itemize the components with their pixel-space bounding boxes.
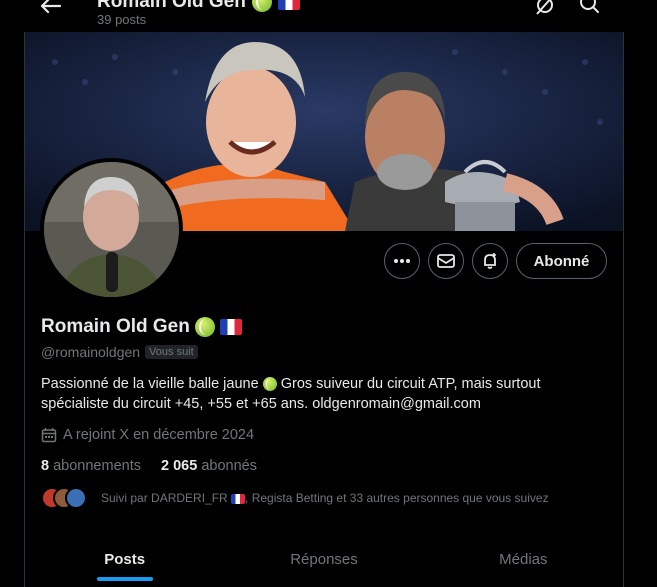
avatar[interactable] bbox=[40, 158, 183, 301]
mutual-avatars bbox=[41, 487, 91, 509]
followed-by-text: Suivi par DARDERI_FR , Regista Betting e… bbox=[101, 491, 549, 505]
search-icon[interactable] bbox=[578, 0, 602, 16]
tab-replies[interactable]: Réponses bbox=[224, 532, 423, 587]
tennis-ball-icon bbox=[194, 317, 215, 337]
france-flag-icon bbox=[277, 0, 300, 10]
more-button[interactable] bbox=[384, 243, 420, 279]
profile-name: Romain Old Gen bbox=[41, 316, 190, 337]
following-link[interactable]: 8 abonnements bbox=[41, 458, 141, 474]
followers-you-know[interactable]: Suivi par DARDERI_FR , Regista Betting e… bbox=[41, 487, 549, 509]
message-button[interactable] bbox=[428, 243, 464, 279]
france-flag-icon bbox=[231, 493, 246, 504]
tennis-ball-icon bbox=[251, 0, 272, 12]
back-arrow-icon[interactable] bbox=[38, 0, 66, 14]
france-flag-icon bbox=[219, 319, 242, 335]
profile-handle: @romainoldgen bbox=[41, 344, 141, 360]
avatar bbox=[65, 487, 87, 509]
bio-email-link[interactable]: oldgenromain@gmail.com bbox=[312, 396, 481, 412]
tennis-ball-icon bbox=[262, 377, 277, 392]
calendar-icon bbox=[41, 428, 57, 443]
posts-count: 39 posts bbox=[97, 12, 147, 27]
notify-button[interactable] bbox=[472, 243, 508, 279]
following-button[interactable]: Abonné bbox=[516, 243, 607, 279]
mail-icon bbox=[437, 254, 455, 268]
profile-header: Romain Old Gen 39 posts bbox=[0, 0, 657, 32]
follow-stats: 8 abonnements 2 065 abonnés bbox=[41, 458, 257, 474]
tab-posts[interactable]: Posts bbox=[25, 532, 224, 587]
grok-icon[interactable] bbox=[533, 0, 557, 16]
follows-you-badge: Vous suit bbox=[145, 345, 198, 359]
profile-bio: Passionné de la vieille balle jaune Gros… bbox=[41, 376, 541, 412]
joined-date: A rejoint X en décembre 2024 bbox=[41, 427, 254, 443]
bell-plus-icon bbox=[484, 253, 496, 269]
handle-row: @romainoldgen Vous suit bbox=[41, 344, 198, 360]
profile-name-row: Romain Old Gen bbox=[41, 316, 242, 338]
followers-link[interactable]: 2 065 abonnés bbox=[161, 458, 257, 474]
tab-media[interactable]: Médias bbox=[424, 532, 623, 587]
profile-tabs: Posts Réponses Médias bbox=[25, 532, 623, 587]
more-icon bbox=[394, 259, 410, 263]
